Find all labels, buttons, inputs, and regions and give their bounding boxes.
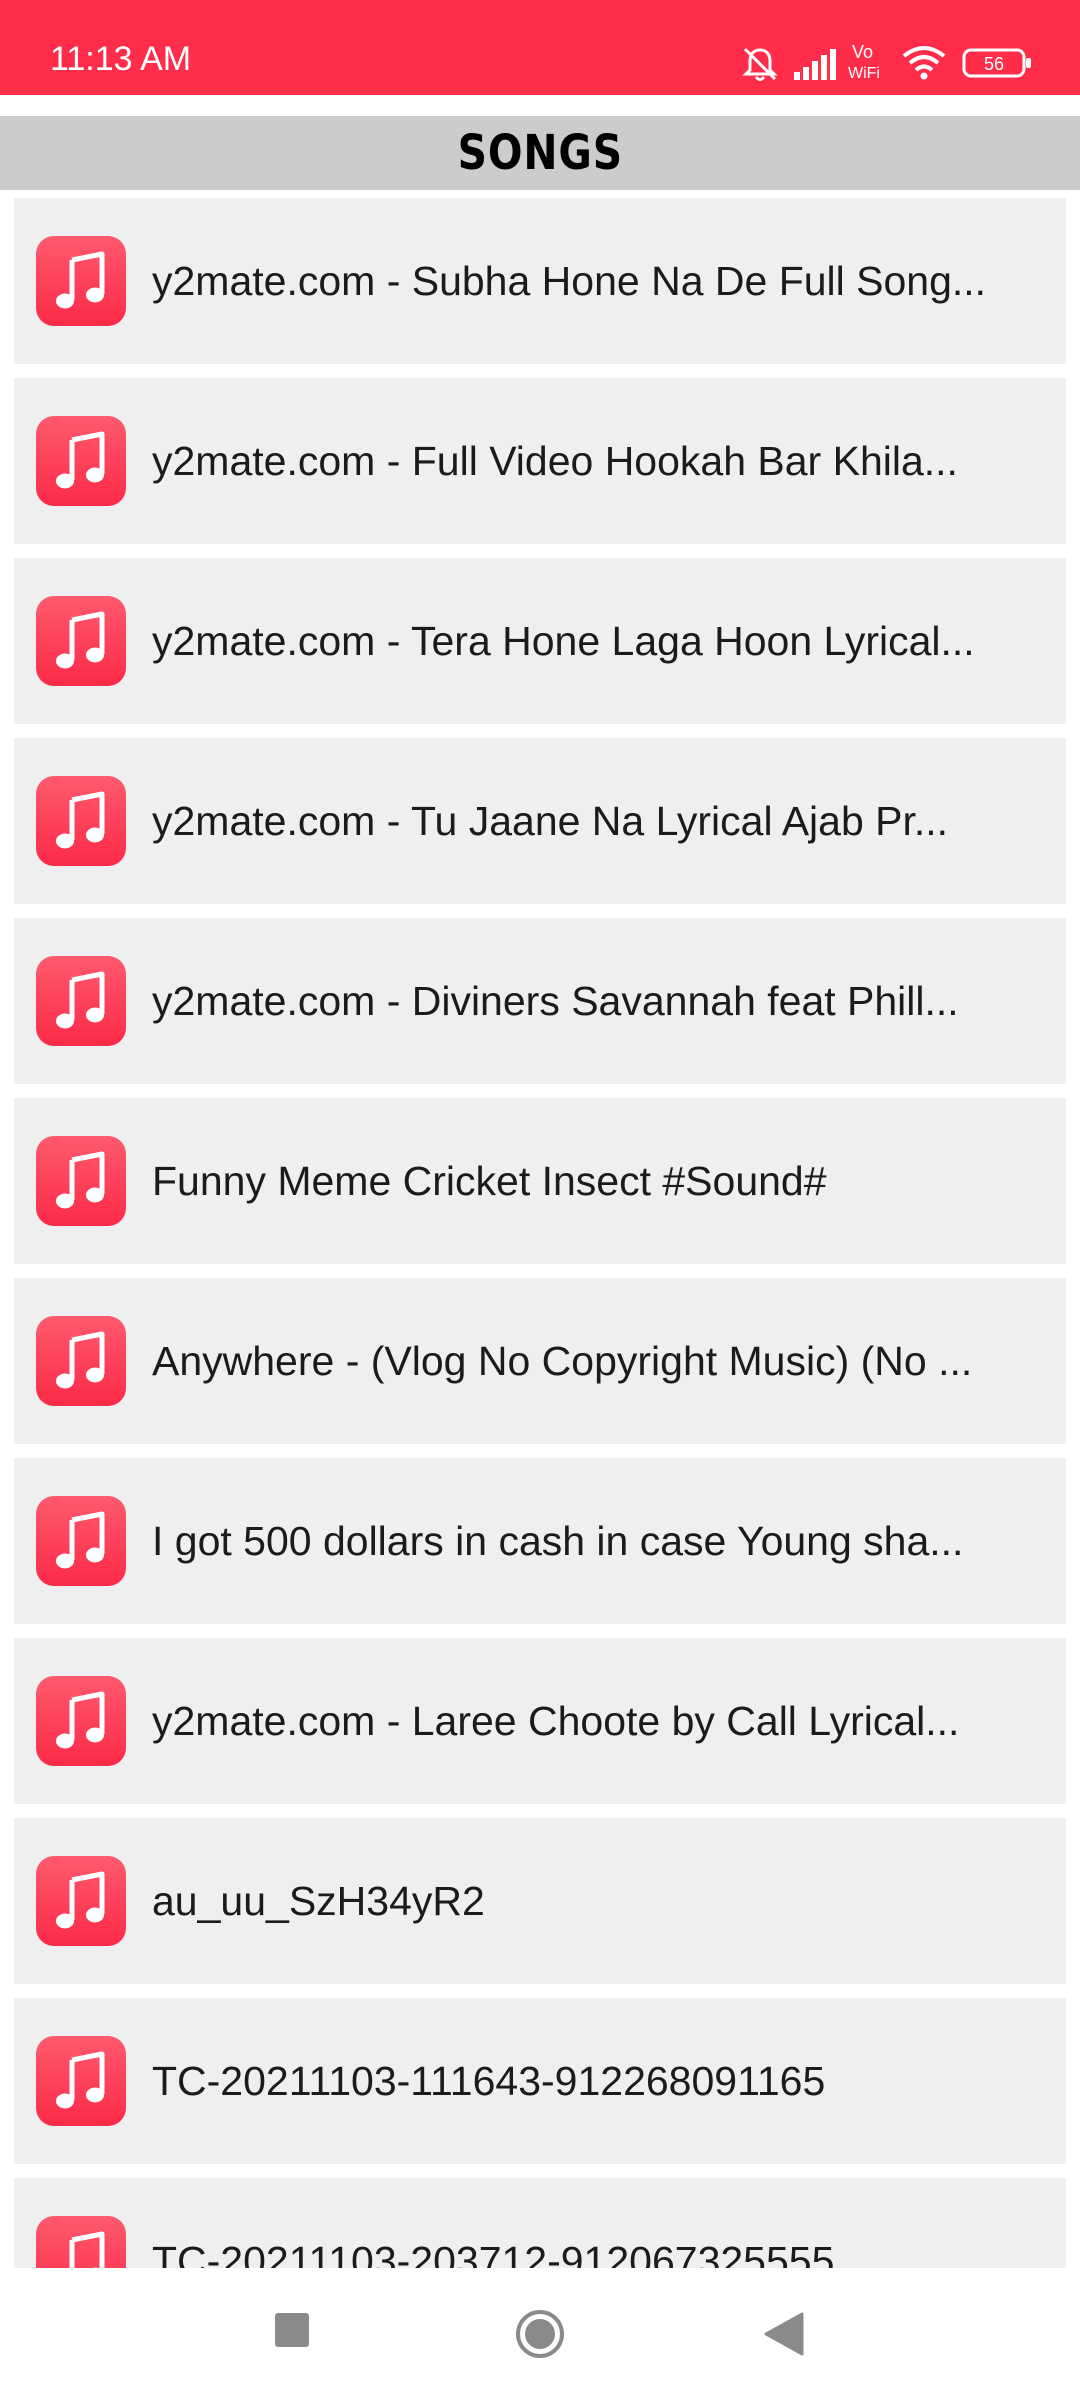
list-item[interactable]: y2mate.com - Tu Jaane Na Lyrical Ajab Pr… — [14, 738, 1066, 904]
mute-bell-icon — [742, 47, 778, 81]
home-button[interactable] — [480, 2268, 600, 2400]
songs-header: SONGS — [0, 116, 1080, 190]
nav-bar — [0, 2268, 1080, 2400]
back-button[interactable] — [724, 2268, 844, 2400]
music-note-icon — [36, 2036, 126, 2126]
list-item[interactable]: TC-20211103-203712-912067325555 — [14, 2178, 1066, 2268]
list-item[interactable]: y2mate.com - Full Video Hookah Bar Khila… — [14, 378, 1066, 544]
song-title: I got 500 dollars in cash in case Young … — [152, 1518, 964, 1564]
list-item[interactable]: I got 500 dollars in cash in case Young … — [14, 1458, 1066, 1624]
status-icons: Vo WiFi 56 — [740, 0, 1080, 95]
vowifi-icon: Vo WiFi — [848, 42, 880, 82]
list-item[interactable]: y2mate.com - Diviners Savannah feat Phil… — [14, 918, 1066, 1084]
music-note-icon — [36, 596, 126, 686]
status-time: 11:13 AM — [50, 40, 192, 78]
song-title: au_uu_SzH34yR2 — [152, 1878, 485, 1924]
recents-button[interactable] — [232, 2268, 352, 2400]
music-note-icon — [36, 1316, 126, 1406]
music-note-icon — [36, 776, 126, 866]
song-title: y2mate.com - Laree Choote by Call Lyrica… — [152, 1698, 960, 1744]
music-note-icon — [36, 236, 126, 326]
svg-text:WiFi: WiFi — [848, 65, 880, 82]
status-bar: 11:13 AM Vo WiFi 56 — [0, 0, 1080, 95]
home-circle-icon — [516, 2310, 564, 2358]
list-item[interactable]: Funny Meme Cricket Insect #Sound# — [14, 1098, 1066, 1264]
song-title: Funny Meme Cricket Insect #Sound# — [152, 1158, 827, 1204]
song-title: y2mate.com - Full Video Hookah Bar Khila… — [152, 438, 958, 484]
svg-text:56: 56 — [984, 54, 1004, 74]
svg-text:Vo: Vo — [852, 42, 873, 62]
recents-square-icon — [275, 2313, 309, 2347]
wifi-icon — [902, 46, 946, 80]
back-triangle-icon — [764, 2312, 804, 2356]
music-note-icon — [36, 1856, 126, 1946]
song-title: y2mate.com - Diviners Savannah feat Phil… — [152, 978, 959, 1024]
list-item[interactable]: TC-20211103-111643-912268091165 — [14, 1998, 1066, 2164]
song-title: Anywhere - (Vlog No Copyright Music) (No… — [152, 1338, 973, 1384]
song-title: TC-20211103-203712-912067325555 — [152, 2238, 835, 2268]
status-gap — [0, 95, 1080, 116]
list-item[interactable]: y2mate.com - Subha Hone Na De Full Song.… — [14, 198, 1066, 364]
song-title: y2mate.com - Tu Jaane Na Lyrical Ajab Pr… — [152, 798, 949, 844]
list-item[interactable]: au_uu_SzH34yR2 — [14, 1818, 1066, 1984]
song-title: TC-20211103-111643-912268091165 — [152, 2058, 826, 2104]
music-note-icon — [36, 1676, 126, 1766]
page-title: SONGS — [457, 125, 623, 181]
battery-icon: 56 — [962, 48, 1031, 78]
music-note-icon — [36, 956, 126, 1046]
list-item[interactable]: y2mate.com - Tera Hone Laga Hoon Lyrical… — [14, 558, 1066, 724]
music-note-icon — [36, 1136, 126, 1226]
list-item[interactable]: Anywhere - (Vlog No Copyright Music) (No… — [14, 1278, 1066, 1444]
song-title: y2mate.com - Tera Hone Laga Hoon Lyrical… — [152, 618, 975, 664]
list-item[interactable]: y2mate.com - Laree Choote by Call Lyrica… — [14, 1638, 1066, 1804]
song-title: y2mate.com - Subha Hone Na De Full Song.… — [152, 258, 987, 304]
music-note-icon — [36, 2216, 126, 2268]
music-note-icon — [36, 1496, 126, 1586]
song-list[interactable]: y2mate.com - Subha Hone Na De Full Song.… — [0, 190, 1080, 2268]
music-note-icon — [36, 416, 126, 506]
signal-icon — [794, 49, 836, 80]
